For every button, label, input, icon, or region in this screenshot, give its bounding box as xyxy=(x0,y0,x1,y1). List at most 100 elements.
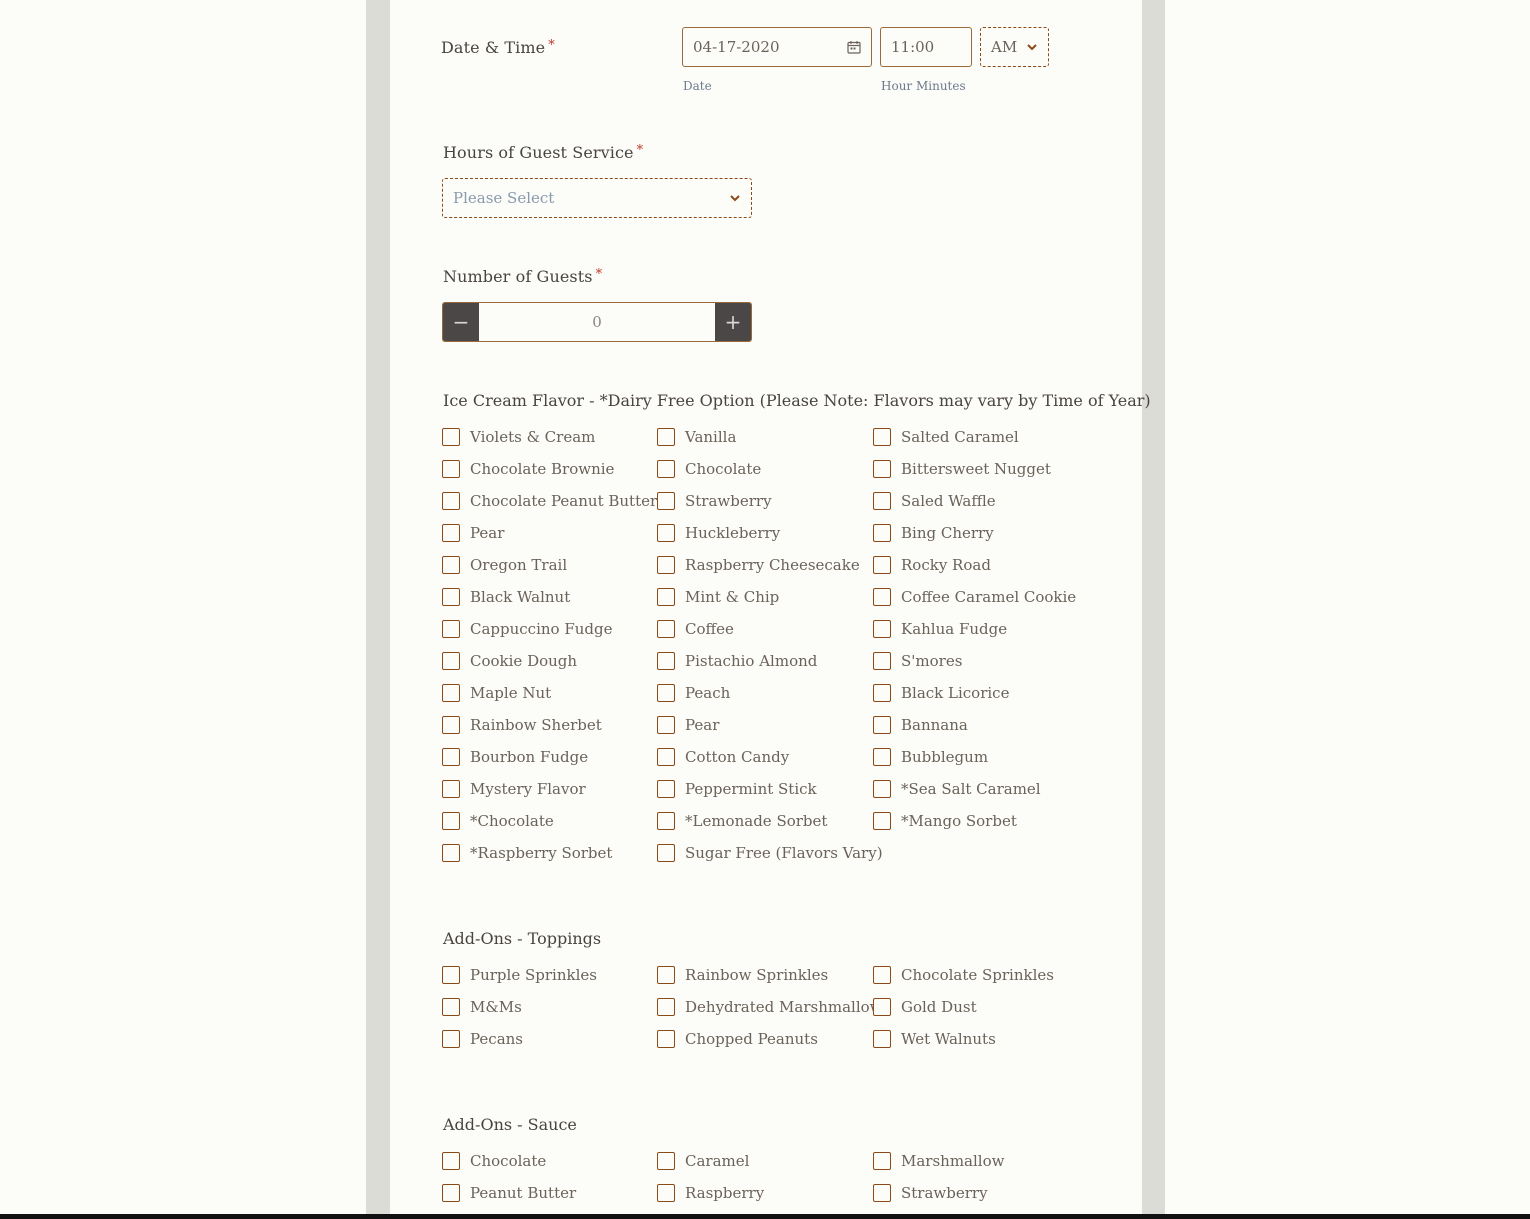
checkbox[interactable] xyxy=(657,428,675,446)
toppings-option[interactable]: Gold Dust xyxy=(873,997,977,1017)
time-input[interactable]: 11:00 xyxy=(880,27,972,67)
checkbox[interactable] xyxy=(442,780,460,798)
flavors-option[interactable]: *Sea Salt Caramel xyxy=(873,779,1041,799)
flavors-option[interactable]: Cookie Dough xyxy=(442,651,577,671)
checkbox[interactable] xyxy=(657,556,675,574)
checkbox[interactable] xyxy=(873,428,891,446)
checkbox[interactable] xyxy=(873,652,891,670)
checkbox[interactable] xyxy=(442,1030,460,1048)
flavors-option[interactable]: *Chocolate xyxy=(442,811,554,831)
flavors-option[interactable]: Black Licorice xyxy=(873,683,1009,703)
flavors-option[interactable]: Cotton Candy xyxy=(657,747,789,767)
flavors-option[interactable]: Pistachio Almond xyxy=(657,651,817,671)
flavors-option[interactable]: Bannana xyxy=(873,715,968,735)
checkbox[interactable] xyxy=(873,1152,891,1170)
checkbox[interactable] xyxy=(873,716,891,734)
flavors-option[interactable]: Strawberry xyxy=(657,491,772,511)
toppings-option[interactable]: Purple Sprinkles xyxy=(442,965,597,985)
checkbox[interactable] xyxy=(873,1030,891,1048)
checkbox[interactable] xyxy=(442,716,460,734)
sauce-option[interactable]: Chocolate xyxy=(442,1151,546,1171)
checkbox[interactable] xyxy=(657,1184,675,1202)
checkbox[interactable] xyxy=(873,556,891,574)
checkbox[interactable] xyxy=(657,460,675,478)
checkbox[interactable] xyxy=(657,492,675,510)
checkbox[interactable] xyxy=(657,1030,675,1048)
flavors-option[interactable]: Coffee xyxy=(657,619,734,639)
checkbox[interactable] xyxy=(657,780,675,798)
checkbox[interactable] xyxy=(873,966,891,984)
checkbox[interactable] xyxy=(873,620,891,638)
flavors-option[interactable]: Vanilla xyxy=(657,427,736,447)
flavors-option[interactable]: Peach xyxy=(657,683,730,703)
toppings-option[interactable]: Rainbow Sprinkles xyxy=(657,965,828,985)
checkbox[interactable] xyxy=(442,1152,460,1170)
toppings-option[interactable]: Chocolate Sprinkles xyxy=(873,965,1054,985)
checkbox[interactable] xyxy=(873,998,891,1016)
checkbox[interactable] xyxy=(442,652,460,670)
calendar-icon[interactable] xyxy=(847,40,861,54)
flavors-option[interactable]: Bittersweet Nugget xyxy=(873,459,1051,479)
checkbox[interactable] xyxy=(442,428,460,446)
checkbox[interactable] xyxy=(873,780,891,798)
flavors-option[interactable]: *Raspberry Sorbet xyxy=(442,843,612,863)
guests-count-input[interactable]: 0 xyxy=(479,303,715,341)
checkbox[interactable] xyxy=(442,812,460,830)
sauce-option[interactable]: Marshmallow xyxy=(873,1151,1004,1171)
checkbox[interactable] xyxy=(657,812,675,830)
flavors-option[interactable]: Maple Nut xyxy=(442,683,551,703)
flavors-option[interactable]: Raspberry Cheesecake xyxy=(657,555,860,575)
flavors-option[interactable]: Sugar Free (Flavors Vary) xyxy=(657,843,883,863)
flavors-option[interactable]: Peppermint Stick xyxy=(657,779,817,799)
checkbox[interactable] xyxy=(657,844,675,862)
flavors-option[interactable]: Pear xyxy=(442,523,504,543)
checkbox[interactable] xyxy=(442,556,460,574)
toppings-option[interactable]: M&Ms xyxy=(442,997,522,1017)
flavors-option[interactable]: Chocolate Brownie xyxy=(442,459,614,479)
sauce-option[interactable]: Strawberry xyxy=(873,1183,988,1203)
flavors-option[interactable]: *Lemonade Sorbet xyxy=(657,811,827,831)
decrement-button[interactable]: − xyxy=(443,303,479,341)
hours-service-select[interactable]: Please Select xyxy=(442,178,752,218)
increment-button[interactable]: + xyxy=(715,303,751,341)
checkbox[interactable] xyxy=(442,684,460,702)
flavors-option[interactable]: Mystery Flavor xyxy=(442,779,586,799)
flavors-option[interactable]: Cappuccino Fudge xyxy=(442,619,613,639)
flavors-option[interactable]: Chocolate xyxy=(657,459,761,479)
checkbox[interactable] xyxy=(873,460,891,478)
toppings-option[interactable]: Pecans xyxy=(442,1029,523,1049)
checkbox[interactable] xyxy=(657,716,675,734)
flavors-option[interactable]: Rainbow Sherbet xyxy=(442,715,602,735)
checkbox[interactable] xyxy=(442,748,460,766)
checkbox[interactable] xyxy=(442,1184,460,1202)
checkbox[interactable] xyxy=(442,966,460,984)
flavors-option[interactable]: Coffee Caramel Cookie xyxy=(873,587,1076,607)
checkbox[interactable] xyxy=(873,684,891,702)
flavors-option[interactable]: Pear xyxy=(657,715,719,735)
checkbox[interactable] xyxy=(657,998,675,1016)
flavors-option[interactable]: Chocolate Peanut Butter xyxy=(442,491,657,511)
flavors-option[interactable]: Salted Caramel xyxy=(873,427,1019,447)
checkbox[interactable] xyxy=(873,492,891,510)
flavors-option[interactable]: Huckleberry xyxy=(657,523,780,543)
checkbox[interactable] xyxy=(657,524,675,542)
flavors-option[interactable]: S'mores xyxy=(873,651,962,671)
flavors-option[interactable]: Bourbon Fudge xyxy=(442,747,588,767)
checkbox[interactable] xyxy=(657,748,675,766)
checkbox[interactable] xyxy=(657,588,675,606)
flavors-option[interactable]: Saled Waffle xyxy=(873,491,996,511)
flavors-option[interactable]: Rocky Road xyxy=(873,555,991,575)
checkbox[interactable] xyxy=(873,748,891,766)
checkbox[interactable] xyxy=(657,1152,675,1170)
toppings-option[interactable]: Wet Walnuts xyxy=(873,1029,996,1049)
checkbox[interactable] xyxy=(442,998,460,1016)
flavors-option[interactable]: Black Walnut xyxy=(442,587,570,607)
checkbox[interactable] xyxy=(442,620,460,638)
ampm-select[interactable]: AM xyxy=(980,27,1049,67)
flavors-option[interactable]: Mint & Chip xyxy=(657,587,779,607)
checkbox[interactable] xyxy=(657,684,675,702)
flavors-option[interactable]: Violets & Cream xyxy=(442,427,595,447)
checkbox[interactable] xyxy=(657,620,675,638)
checkbox[interactable] xyxy=(442,588,460,606)
flavors-option[interactable]: Kahlua Fudge xyxy=(873,619,1007,639)
